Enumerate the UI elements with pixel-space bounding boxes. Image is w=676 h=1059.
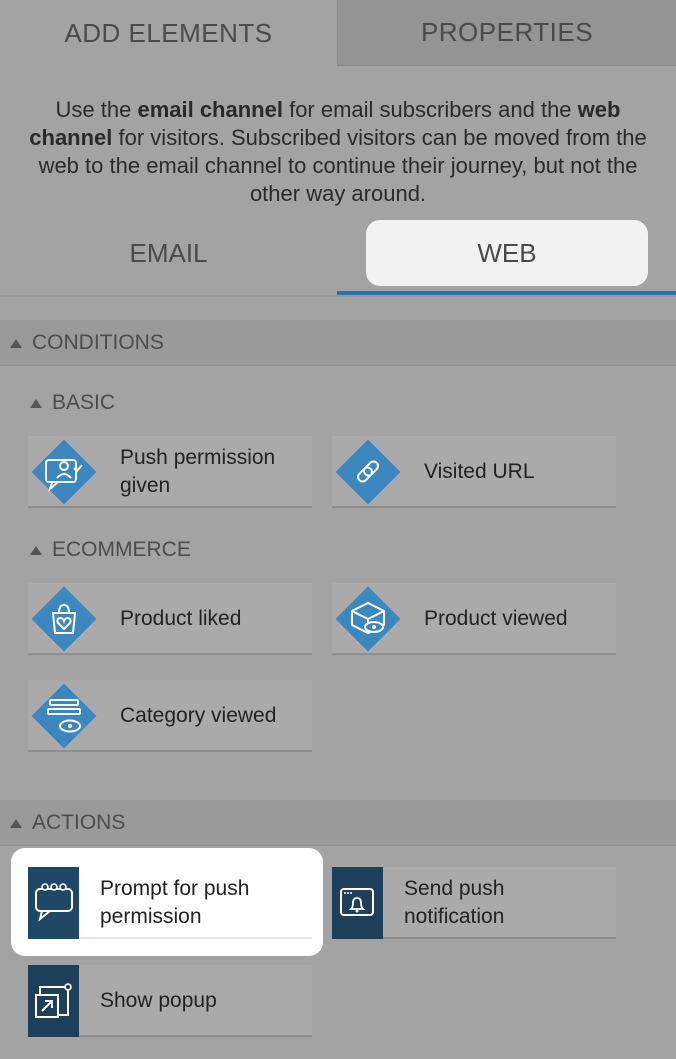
condition-label: Product liked [120, 607, 242, 630]
bag-heart-icon [31, 586, 97, 652]
channel-email-label: EMAIL [129, 237, 208, 268]
browser-bell-icon [340, 888, 374, 916]
conditions-title: CONDITIONS [32, 331, 164, 354]
basic-subsection-header[interactable]: BASIC [30, 388, 115, 418]
condition-label: Product viewed [424, 607, 568, 630]
chat-person-check-icon [31, 439, 97, 505]
popup-icon [35, 983, 72, 1018]
actions-title: ACTIONS [32, 811, 126, 834]
chat-bubble-icon [35, 883, 73, 922]
action-prompt-for-push-permission[interactable]: Prompt for push permission [28, 867, 312, 939]
condition-category-viewed[interactable]: Category viewed [28, 680, 312, 752]
condition-visited-url[interactable]: Visited URL [332, 436, 616, 508]
action-send-push-notification[interactable]: Send push notification [332, 867, 616, 939]
channel-tab-web[interactable]: WEB [366, 220, 648, 286]
basic-title: BASIC [52, 391, 116, 414]
action-icon-bg [28, 867, 79, 939]
actions-section-header[interactable]: ACTIONS [0, 800, 676, 846]
condition-push-permission-given[interactable]: Push permission given [28, 436, 312, 508]
link-icon [335, 439, 401, 505]
top-tabs: ADD ELEMENTS PROPERTIES [0, 0, 676, 66]
divider [0, 845, 676, 846]
collapse-triangle-icon [30, 398, 42, 408]
condition-label: Visited URL [424, 460, 535, 483]
action-show-popup[interactable]: Show popup [28, 965, 312, 1037]
action-label: Send push notification [404, 877, 505, 928]
tab-add-elements[interactable]: ADD ELEMENTS [0, 0, 337, 66]
action-label: Prompt for push permission [100, 877, 250, 928]
ecommerce-title: ECOMMERCE [52, 538, 191, 561]
channel-tab-email[interactable]: EMAIL [0, 220, 337, 286]
action-icon-bg [28, 965, 79, 1037]
tab-properties-label: PROPERTIES [420, 17, 594, 47]
conditions-section-header[interactable]: CONDITIONS [0, 320, 676, 366]
divider [0, 365, 676, 366]
collapse-triangle-icon [10, 338, 22, 348]
tab-properties[interactable]: PROPERTIES [337, 0, 676, 66]
condition-label: Category viewed [120, 704, 277, 727]
collapse-triangle-icon [30, 545, 42, 555]
action-label: Show popup [100, 989, 217, 1012]
condition-product-liked[interactable]: Product liked [28, 583, 312, 655]
channel-info-text: Use the email channel for email subscrib… [29, 97, 647, 206]
tab-add-elements-label: ADD ELEMENTS [64, 17, 273, 48]
divider [0, 295, 676, 297]
ecommerce-subsection-header[interactable]: ECOMMERCE [30, 535, 191, 565]
box-eye-icon [335, 586, 401, 652]
action-icon-bg [332, 867, 383, 939]
condition-product-viewed[interactable]: Product viewed [332, 583, 616, 655]
channel-web-label: WEB [477, 237, 537, 268]
list-eye-icon [31, 683, 97, 749]
collapse-triangle-icon [10, 818, 22, 828]
condition-label: Push permission given [120, 446, 276, 497]
